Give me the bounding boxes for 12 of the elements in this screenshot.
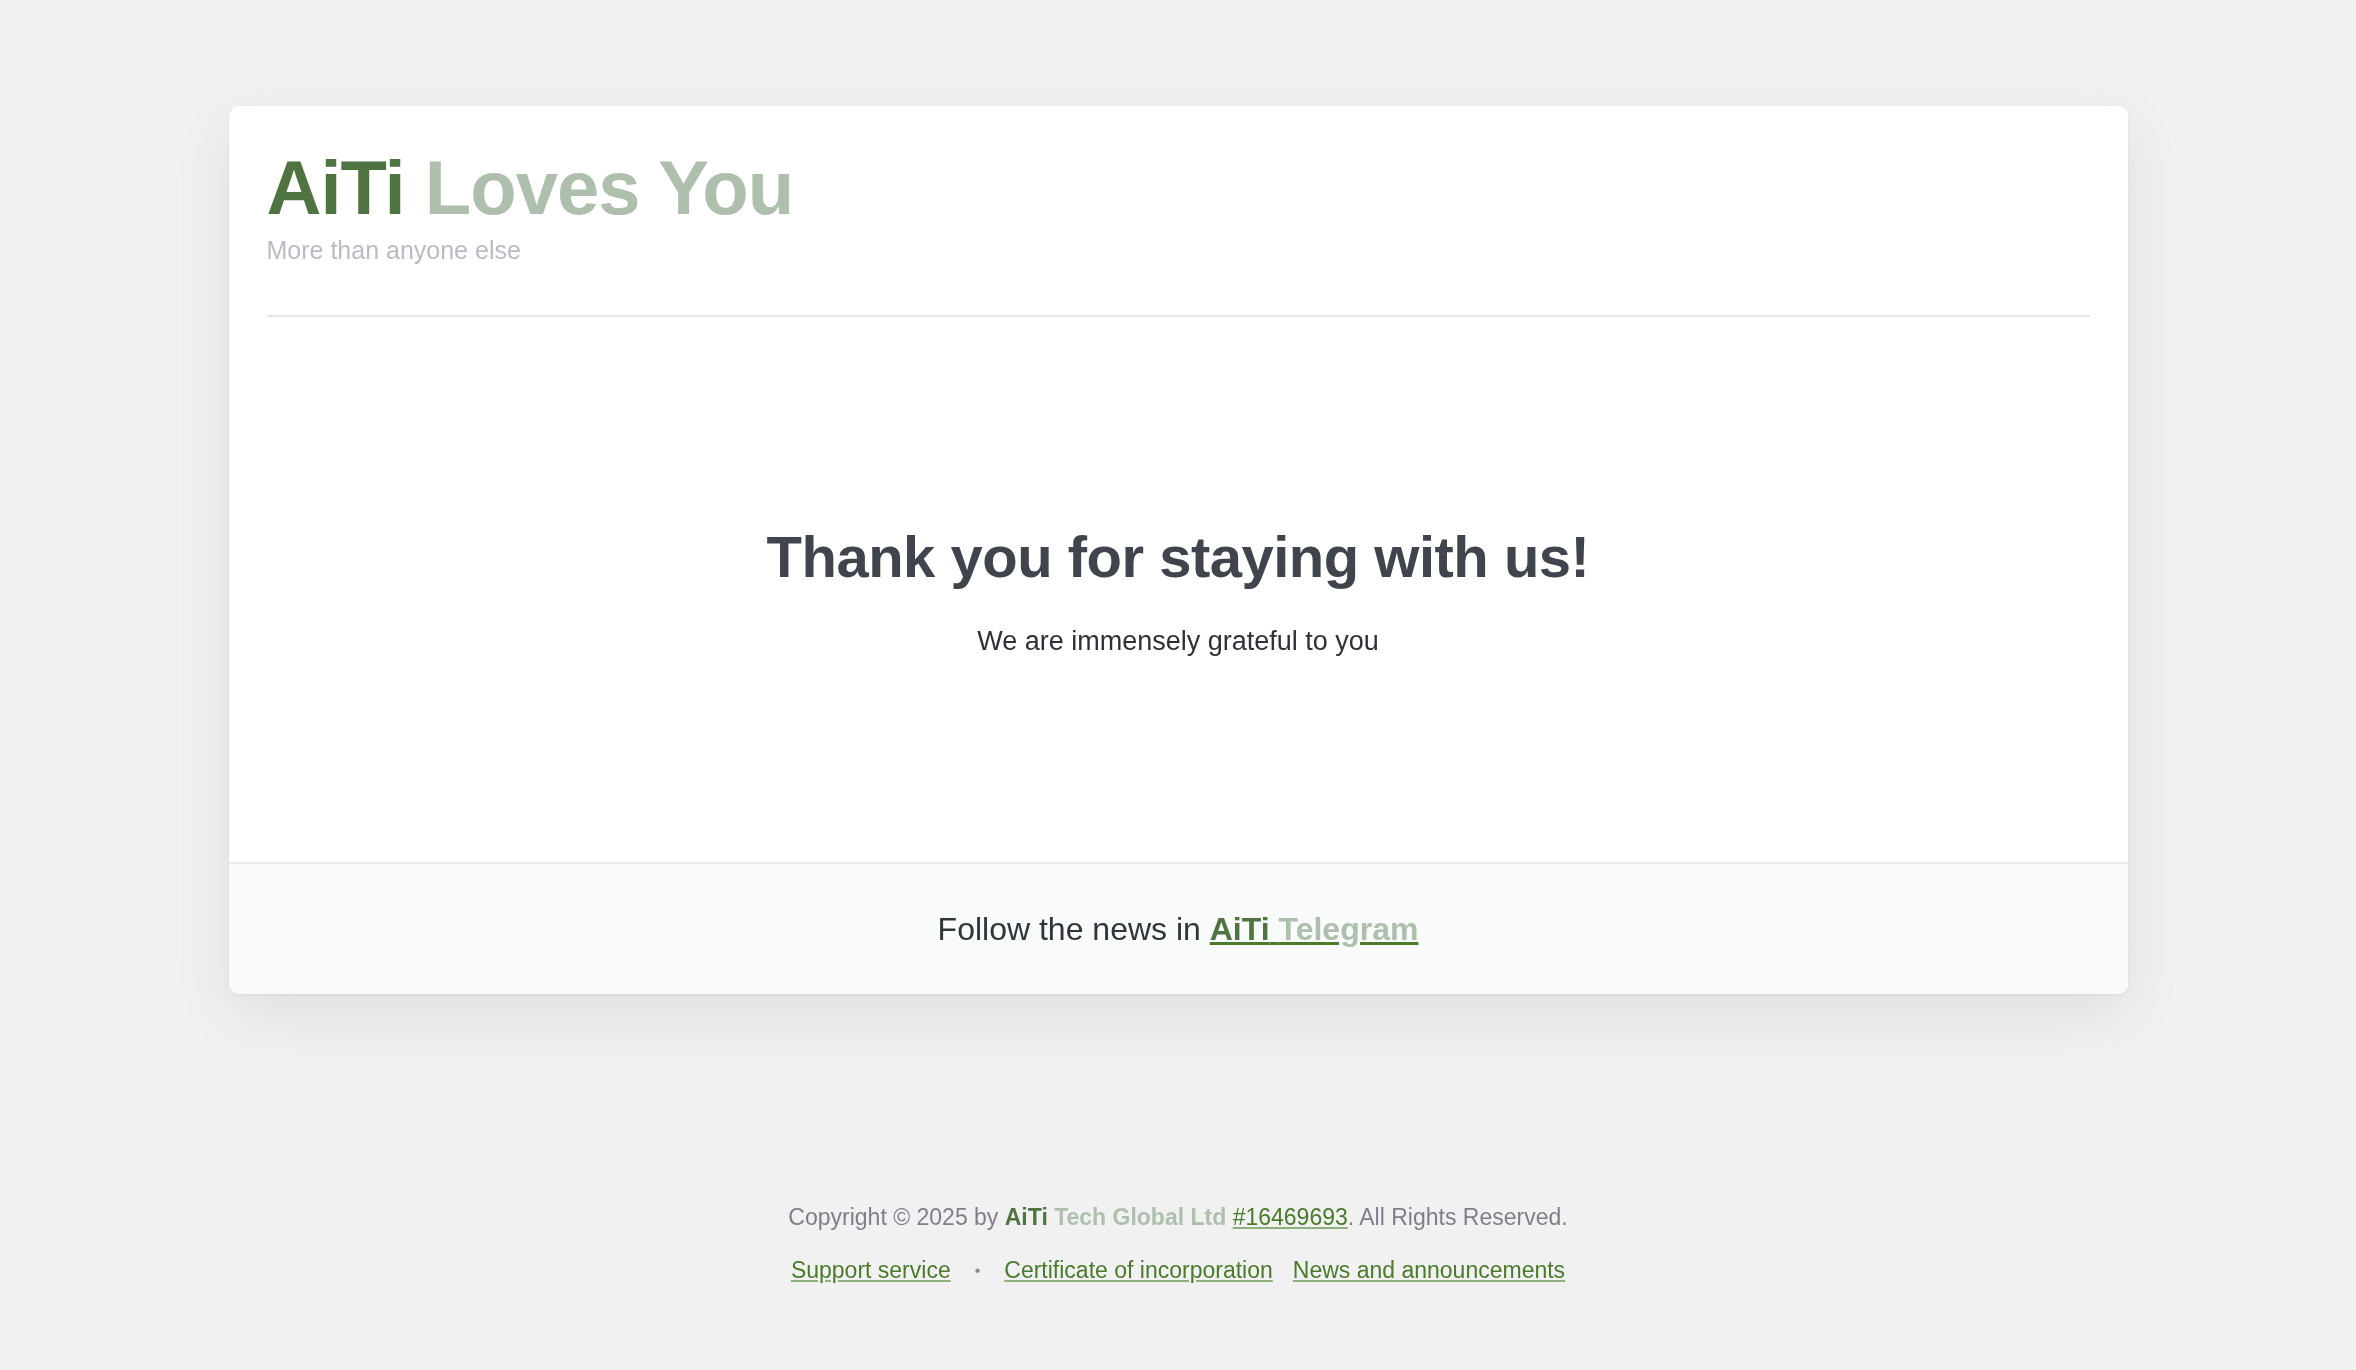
copyright-text: Copyright © 2025 by AiTi Tech Global Ltd #16469693. All Rights Reserved.	[788, 1204, 1568, 1231]
tagline: More than anyone else	[266, 236, 521, 265]
telegram-link[interactable]: AiTi Telegram	[1209, 910, 1419, 947]
gratitude-text: We are immensely grateful to you	[977, 625, 1379, 657]
footer-link[interactable]: News and announcements	[1292, 1257, 1566, 1284]
site-title: AiTi Loves You	[266, 150, 794, 226]
separator-dot: •	[973, 1261, 982, 1280]
follow-text: Follow the news in AiTi Telegram	[937, 910, 1419, 948]
footer-link[interactable]: Support service	[790, 1257, 951, 1284]
footer-link[interactable]: Certificate of incorporation	[1004, 1257, 1273, 1284]
registration-link[interactable]: #16469693	[1232, 1204, 1348, 1230]
thank-you-heading: Thank you for staying with us!	[766, 522, 1590, 590]
